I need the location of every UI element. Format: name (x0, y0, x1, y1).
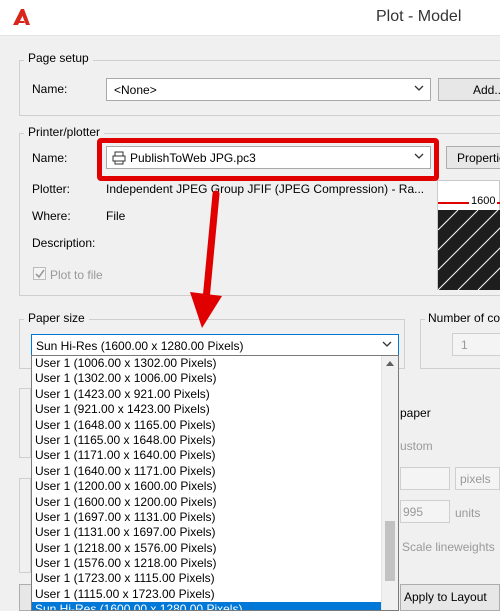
plot-to-file-checkbox[interactable] (33, 267, 46, 280)
scale-numerator-input[interactable] (400, 467, 450, 490)
units-label: units (455, 506, 481, 520)
paper-preview: 1600 (437, 180, 500, 290)
paper-size-option[interactable]: User 1 (1006.00 x 1302.00 Pixels) (32, 356, 398, 371)
scroll-up-arrow-icon[interactable] (386, 360, 394, 366)
where-label: Where: (32, 209, 71, 223)
paper-size-option[interactable]: User 1 (921.00 x 1423.00 Pixels) (32, 402, 398, 417)
plot-area-group (19, 388, 31, 458)
paper-size-option[interactable]: Sun Hi-Res (1600.00 x 1280.00 Pixels) (32, 602, 398, 610)
paper-size-dropdown-list[interactable]: User 1 (1006.00 x 1302.00 Pixels) User 1 … (31, 355, 399, 611)
paper-size-option[interactable]: User 1 (1576.00 x 1218.00 Pixels) (32, 556, 398, 571)
scale-denominator-input[interactable]: 995 (400, 500, 450, 523)
paper-size-option[interactable]: User 1 (1648.00 x 1165.00 Pixels) (32, 418, 398, 433)
paper-size-option[interactable]: User 1 (1723.00 x 1115.00 Pixels) (32, 571, 398, 586)
number-of-copies-label: Number of co (425, 311, 500, 325)
paper-size-option[interactable]: User 1 (1218.00 x 1576.00 Pixels) (32, 541, 398, 556)
paper-size-option[interactable]: User 1 (1697.00 x 1131.00 Pixels) (32, 510, 398, 525)
plot-to-file-label: Plot to file (50, 268, 103, 282)
paper-size-label: Paper size (24, 311, 89, 325)
scale-lineweights-label: Scale lineweights (402, 540, 495, 554)
page-setup-name-value: <None> (114, 83, 157, 97)
plotter-label: Plotter: (32, 182, 71, 196)
paper-size-option[interactable]: User 1 (1302.00 x 1006.00 Pixels) (32, 371, 398, 386)
description-label: Description: (32, 236, 96, 250)
autocad-logo-icon (13, 9, 30, 25)
title-bar: Plot - Model (0, 0, 500, 36)
page-setup-label: Page setup (24, 51, 93, 65)
chevron-down-icon (382, 341, 392, 347)
paper-size-option[interactable]: User 1 (1131.00 x 1697.00 Pixels) (32, 525, 398, 540)
paper-size-option[interactable]: User 1 (1600.00 x 1200.00 Pixels) (32, 495, 398, 510)
paper-size-option[interactable]: User 1 (1165.00 x 1648.00 Pixels) (32, 433, 398, 448)
printer-plotter-label: Printer/plotter (24, 125, 105, 139)
paper-size-option[interactable]: User 1 (1115.00 x 1723.00 Pixels) (32, 587, 398, 602)
plotter-value: Independent JPEG Group JFIF (JPEG Compre… (106, 182, 425, 196)
annotation-arrow-icon (190, 190, 222, 328)
page-setup-name-select[interactable]: <None> (106, 78, 431, 101)
paper-size-option[interactable]: User 1 (1640.00 x 1171.00 Pixels) (32, 464, 398, 479)
dropdown-scrollbar[interactable] (381, 356, 398, 610)
preview-hatch-area (438, 210, 500, 290)
chevron-down-icon (414, 85, 424, 91)
paper-size-option[interactable]: User 1 (1200.00 x 1600.00 Pixels) (32, 479, 398, 494)
scale-pixels-select[interactable]: pixels (455, 467, 500, 490)
scroll-thumb[interactable] (385, 521, 395, 581)
page-setup-name-label: Name: (32, 82, 68, 96)
paper-size-value: Sun Hi-Res (1600.00 x 1280.00 Pixels) (36, 339, 244, 353)
where-value: File (106, 209, 126, 223)
add-page-setup-button[interactable]: Add... (438, 78, 500, 101)
printer-properties-button[interactable]: Properties (446, 146, 500, 169)
paper-size-option[interactable]: User 1 (1423.00 x 921.00 Pixels) (32, 387, 398, 402)
annotation-highlight-box (97, 138, 439, 181)
plot-offset-group (19, 478, 31, 573)
apply-to-layout-button[interactable]: Apply to Layout (400, 584, 500, 611)
custom-scale-label: ustom (400, 439, 433, 453)
paper-size-option[interactable]: User 1 (1171.00 x 1640.00 Pixels) (32, 448, 398, 463)
preview-width-label: 1600 (469, 195, 498, 207)
checkmark-icon (35, 269, 45, 279)
fit-to-paper-label: paper (400, 406, 431, 420)
window-title: Plot - Model (376, 8, 462, 25)
copies-input[interactable]: 1 (452, 333, 500, 356)
printer-name-label: Name: (32, 151, 68, 165)
